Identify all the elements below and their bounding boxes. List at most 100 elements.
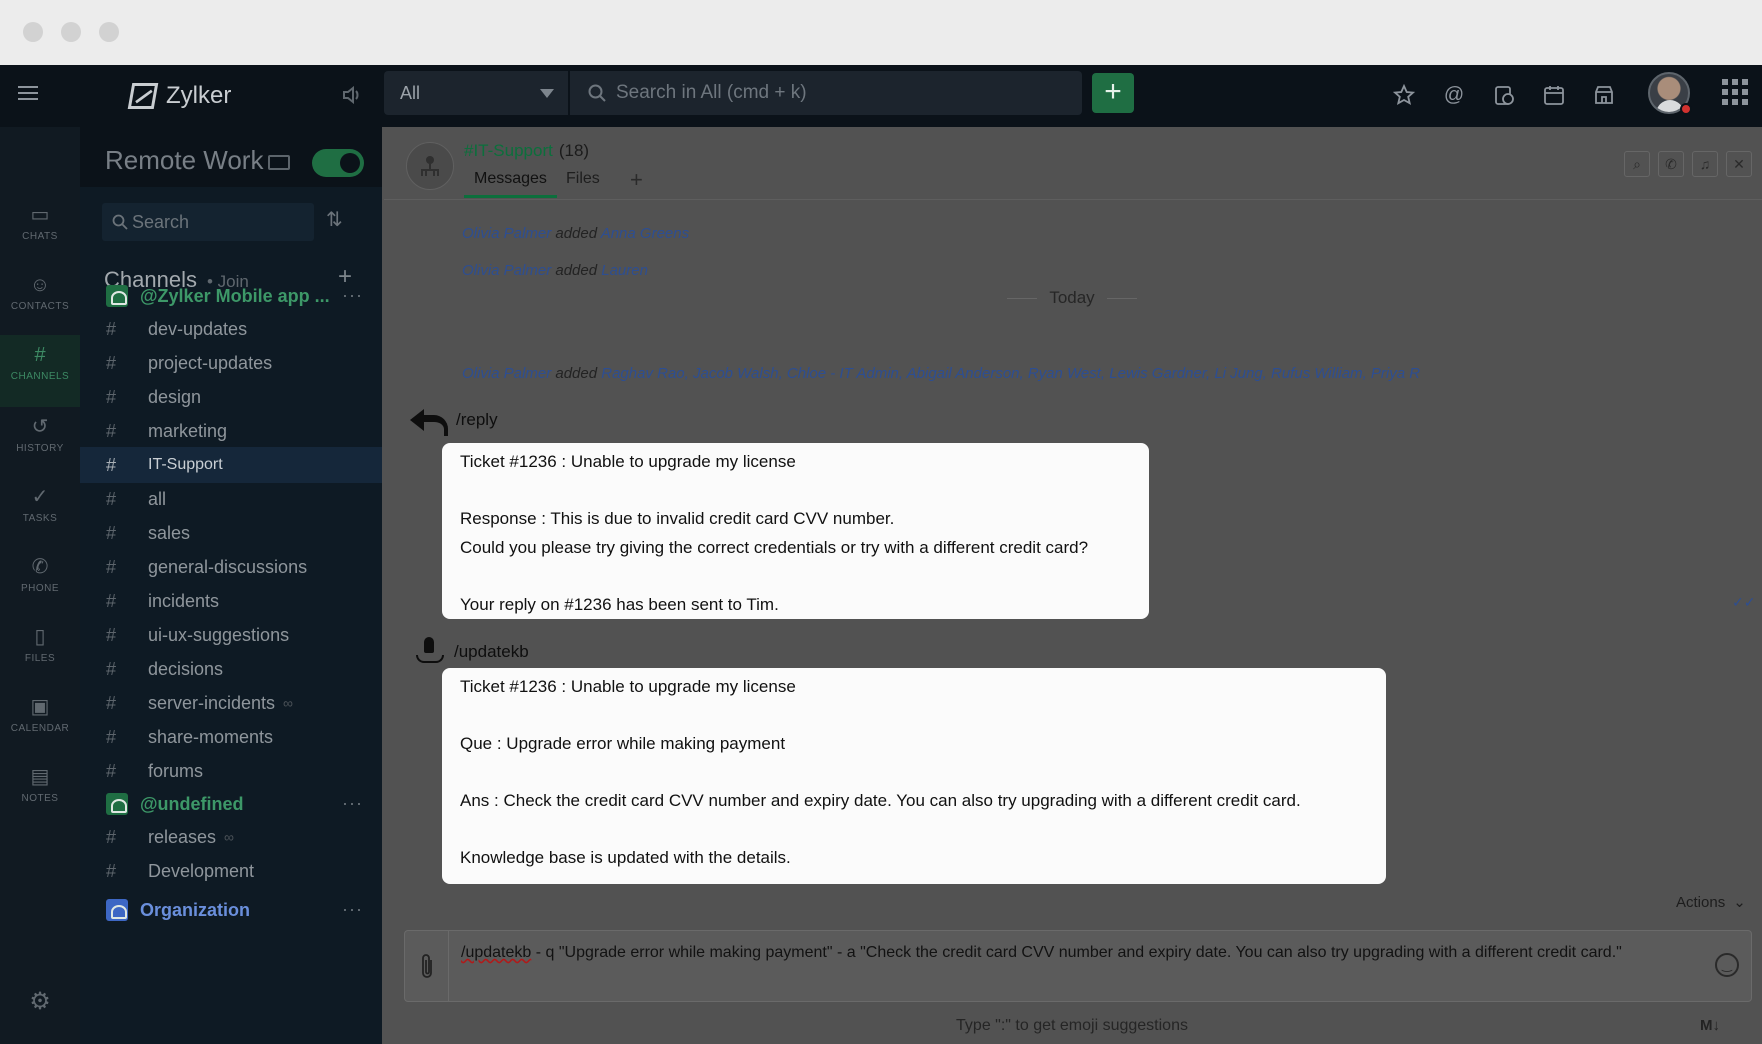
muted-icon: ∞ bbox=[283, 695, 294, 711]
person-icon: ☺ bbox=[29, 274, 51, 296]
rail-item-contacts[interactable]: ☺ CONTACTS bbox=[0, 265, 80, 335]
tab-messages[interactable]: Messages bbox=[464, 170, 557, 198]
sidebar-channel-marketing[interactable]: # marketing bbox=[80, 413, 382, 449]
store-icon[interactable] bbox=[1590, 81, 1618, 109]
group-zylker-mobile[interactable]: @Zylker Mobile app ... bbox=[106, 285, 330, 307]
muted-icon: ∞ bbox=[224, 829, 235, 845]
message-composer[interactable]: /updatekb - q "Upgrade error while makin… bbox=[404, 930, 1752, 1002]
rail-item-files[interactable]: ▯ FILES bbox=[0, 617, 80, 687]
message-sender: /reply bbox=[410, 407, 498, 436]
workspace-toggle[interactable] bbox=[312, 149, 364, 177]
module-rail: ▭ CHATS ☺ CONTACTS # CHANNELS ↺ HISTORY … bbox=[0, 127, 80, 1044]
sidebar-channel-dev-updates[interactable]: # dev-updates bbox=[80, 311, 382, 347]
group-icon bbox=[106, 285, 128, 307]
settings-gear-icon[interactable]: ⚙ bbox=[0, 987, 80, 1016]
group-organization[interactable]: Organization bbox=[106, 899, 250, 921]
history-icon: ↺ bbox=[31, 416, 49, 438]
file-icon: ▯ bbox=[34, 626, 46, 648]
chat-icon: ▭ bbox=[30, 204, 50, 226]
channel-title: #IT-Support (18) bbox=[464, 141, 589, 161]
message-line: Could you please try giving the correct … bbox=[460, 537, 1089, 557]
message-card: Ticket #1236 : Unable to upgrade my lice… bbox=[442, 443, 1149, 619]
calendar-icon: ▣ bbox=[30, 696, 50, 718]
sidebar-channel-project-updates[interactable]: # project-updates bbox=[80, 345, 382, 381]
brand-name: Zylker bbox=[166, 82, 232, 109]
sidebar-channel-server-incidents[interactable]: # server-incidents ∞ bbox=[80, 685, 382, 721]
sidebar-channel-it-support[interactable]: # IT-Support bbox=[80, 447, 382, 483]
notes-icon: ▤ bbox=[30, 766, 50, 788]
sidebar-channel-general-discussions[interactable]: # general-discussions bbox=[80, 549, 382, 585]
star-icon[interactable] bbox=[1390, 81, 1418, 109]
rail-item-tasks[interactable]: ✓ TASKS bbox=[0, 477, 80, 547]
more-options-icon[interactable]: ··· bbox=[342, 285, 363, 306]
message-line: Que : Upgrade error while making payment bbox=[460, 734, 786, 753]
rail-item-calendar[interactable]: ▣ CALENDAR bbox=[0, 687, 80, 757]
maximize-window-button[interactable] bbox=[99, 22, 119, 42]
reminder-icon[interactable] bbox=[1490, 81, 1518, 109]
composer-input-text[interactable]: /updatekb - q "Upgrade error while makin… bbox=[461, 944, 1622, 962]
reply-arrow-icon bbox=[410, 407, 448, 436]
channel-sidebar: Remote Work Search ⇅ Channels • Join + @… bbox=[80, 127, 382, 1044]
sidebar-channel-development[interactable]: # Development bbox=[80, 853, 382, 889]
hamburger-menu-icon[interactable] bbox=[16, 81, 40, 105]
markdown-icon[interactable]: M↓ bbox=[1700, 1017, 1720, 1034]
more-options-icon[interactable]: ··· bbox=[342, 899, 363, 920]
paperclip-icon[interactable] bbox=[405, 931, 449, 1001]
conversation-panel: #IT-Support (18) Messages Files + ⌕ ✆ ♫ ✕… bbox=[382, 127, 1762, 1044]
app-launcher-icon[interactable] bbox=[1722, 79, 1748, 105]
chevron-down-icon: ⌄ bbox=[1733, 894, 1746, 911]
sidebar-channel-design[interactable]: # design bbox=[80, 379, 382, 415]
search-icon bbox=[112, 214, 128, 235]
more-options-icon[interactable]: ··· bbox=[342, 793, 363, 814]
close-window-button[interactable] bbox=[23, 22, 43, 42]
search-scope-select[interactable]: All bbox=[384, 71, 568, 115]
rail-item-notes[interactable]: ▤ NOTES bbox=[0, 757, 80, 827]
sort-icon[interactable]: ⇅ bbox=[326, 207, 343, 232]
sidebar-channel-forums[interactable]: # forums bbox=[80, 753, 382, 789]
minimize-window-button[interactable] bbox=[61, 22, 81, 42]
day-divider: Today bbox=[382, 288, 1762, 308]
screen-icon[interactable] bbox=[268, 155, 290, 170]
global-search-input[interactable]: Search in All (cmd + k) bbox=[570, 71, 1082, 115]
add-tab-icon[interactable]: + bbox=[630, 167, 643, 193]
rail-item-phone[interactable]: ✆ PHONE bbox=[0, 547, 80, 617]
actions-menu[interactable]: Actions ⌄ bbox=[1676, 893, 1746, 912]
mention-icon[interactable]: @ bbox=[1440, 81, 1468, 109]
message-line: Ticket #1236 : Unable to upgrade my lice… bbox=[460, 452, 796, 471]
new-item-button[interactable]: + bbox=[1092, 73, 1134, 113]
workspace-header: Remote Work bbox=[80, 127, 382, 187]
sidebar-channel-share-moments[interactable]: # share-moments bbox=[80, 719, 382, 755]
window-titlebar bbox=[0, 0, 1762, 65]
chevron-down-icon bbox=[540, 89, 554, 98]
system-event: Olivia Palmer added Raghav Rao, Jacob Wa… bbox=[462, 365, 1421, 382]
channel-name[interactable]: #IT-Support bbox=[464, 141, 553, 160]
rail-item-channels[interactable]: # CHANNELS bbox=[0, 335, 80, 407]
group-undefined[interactable]: @undefined bbox=[106, 793, 244, 815]
search-scope-value: All bbox=[400, 82, 421, 103]
message-line: Response : This is due to invalid credit… bbox=[460, 509, 895, 528]
sidebar-channel-incidents[interactable]: # incidents bbox=[80, 583, 382, 619]
sidebar-channel-sales[interactable]: # sales bbox=[80, 515, 382, 551]
tab-files[interactable]: Files bbox=[566, 170, 600, 198]
workspace-name[interactable]: Remote Work bbox=[105, 145, 263, 176]
sidebar-channel-decisions[interactable]: # decisions bbox=[80, 651, 382, 687]
global-search-placeholder: Search in All (cmd + k) bbox=[616, 82, 807, 103]
sidebar-channel-all[interactable]: # all bbox=[80, 481, 382, 517]
sidebar-channel-ui-ux-suggestions[interactable]: # ui-ux-suggestions bbox=[80, 617, 382, 653]
sidebar-search-input[interactable]: Search bbox=[102, 203, 314, 241]
sidebar-search-placeholder: Search bbox=[132, 211, 190, 232]
bell-icon[interactable]: ♫ bbox=[1692, 151, 1718, 177]
emoji-icon[interactable]: ‿ bbox=[1715, 953, 1739, 977]
close-icon[interactable]: ✕ bbox=[1726, 151, 1752, 177]
sidebar-channel-releases[interactable]: # releases ∞ bbox=[80, 819, 382, 855]
hash-icon: # bbox=[34, 344, 46, 366]
calendar-icon[interactable] bbox=[1540, 81, 1568, 109]
presence-status-dot bbox=[1680, 103, 1692, 115]
search-icon[interactable]: ⌕ bbox=[1624, 151, 1650, 177]
rail-item-history[interactable]: ↺ HISTORY bbox=[0, 407, 80, 477]
message-line: Knowledge base is updated with the detai… bbox=[460, 848, 791, 867]
speaker-icon[interactable] bbox=[340, 83, 364, 107]
channel-avatar-icon[interactable] bbox=[406, 142, 454, 190]
call-icon[interactable]: ✆ bbox=[1658, 151, 1684, 177]
rail-item-chats[interactable]: ▭ CHATS bbox=[0, 195, 80, 265]
